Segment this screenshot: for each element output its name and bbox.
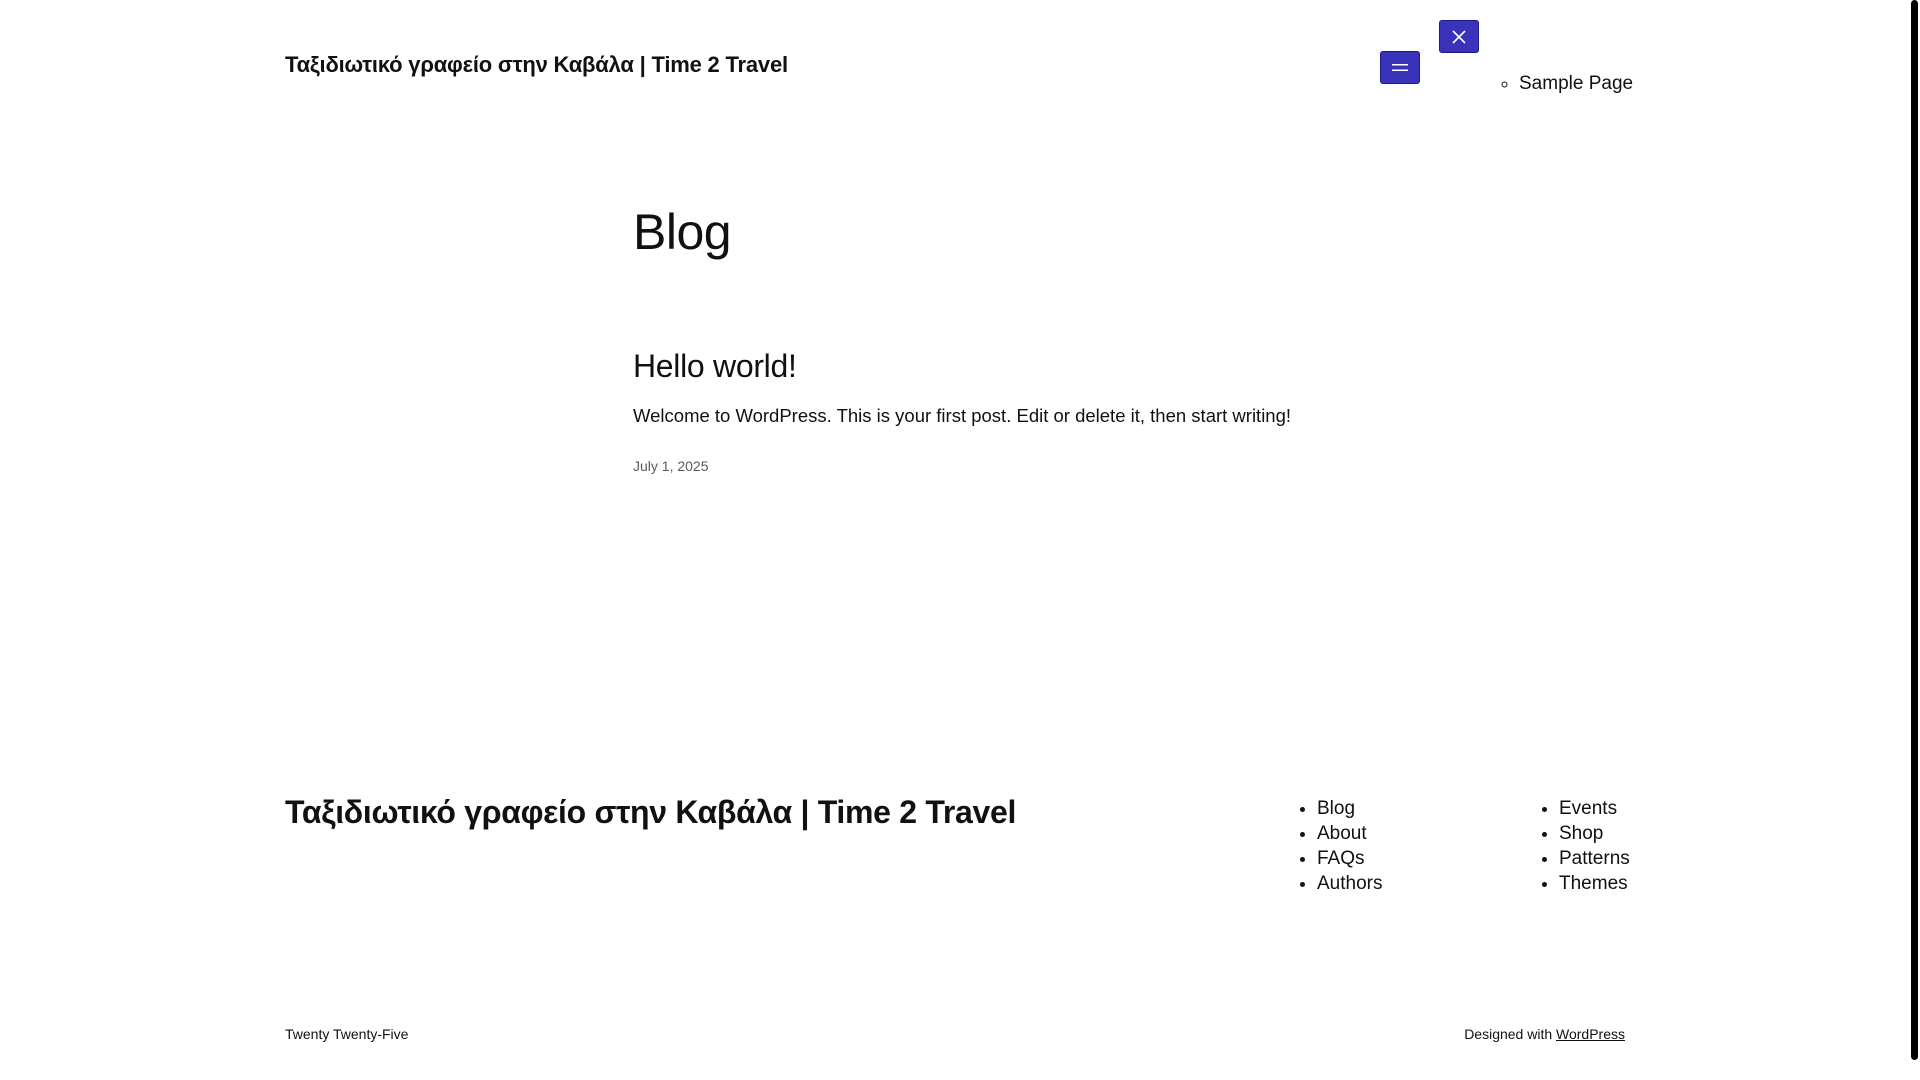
footer-nav-label[interactable]: Shop — [1559, 823, 1603, 844]
open-menu-button[interactable] — [1380, 51, 1420, 84]
footer-nav-item-patterns[interactable]: Patterns — [1559, 846, 1630, 871]
footer-nav-item-themes[interactable]: Themes — [1559, 871, 1630, 896]
footer-nav-label[interactable]: FAQs — [1317, 848, 1365, 869]
footer-site-title-link[interactable]: Ταξιδιωτικό γραφείο στην Καβάλα | Time 2… — [285, 794, 1016, 831]
page-title: Blog — [633, 204, 732, 260]
nav-item-sample-page[interactable]: Sample Page — [1519, 72, 1633, 96]
designed-with-prefix: Designed with — [1464, 1026, 1553, 1042]
footer-nav-label[interactable]: About — [1317, 823, 1367, 844]
footer-nav-item-about[interactable]: About — [1317, 821, 1382, 846]
footer-nav-item-faqs[interactable]: FAQs — [1317, 846, 1382, 871]
vertical-scrollbar[interactable] — [1906, 0, 1920, 1080]
scrollbar-thumb[interactable] — [1911, 0, 1918, 1060]
designed-with-credit: Designed with WordPress — [1464, 1026, 1625, 1042]
nav-item-label[interactable]: Sample Page — [1519, 73, 1633, 94]
page: Ταξιδιωτικό γραφείο στην Καβάλα | Time 2… — [0, 0, 1920, 1080]
post-title-link[interactable]: Hello world! — [633, 345, 797, 387]
footer-nav-label[interactable]: Authors — [1317, 873, 1382, 894]
site-title-link[interactable]: Ταξιδιωτικό γραφείο στην Καβάλα | Time 2… — [285, 52, 788, 78]
footer-nav-item-shop[interactable]: Shop — [1559, 821, 1630, 846]
footer-nav-label[interactable]: Blog — [1317, 798, 1355, 819]
wordpress-link[interactable]: WordPress — [1556, 1026, 1625, 1042]
close-menu-button[interactable] — [1439, 20, 1479, 53]
footer-nav-column-1: Blog About FAQs Authors — [1299, 796, 1382, 896]
footer-nav-label[interactable]: Themes — [1559, 873, 1628, 894]
hamburger-icon — [1392, 63, 1408, 73]
header-navigation: Sample Page — [1500, 72, 1633, 96]
post-date[interactable]: July 1, 2025 — [633, 458, 709, 474]
theme-credit: Twenty Twenty-Five — [285, 1026, 409, 1042]
footer-nav-column-2: Events Shop Patterns Themes — [1541, 796, 1630, 896]
post-excerpt: Welcome to WordPress. This is your first… — [633, 405, 1292, 426]
footer-nav-label[interactable]: Patterns — [1559, 848, 1630, 869]
footer-nav-item-events[interactable]: Events — [1559, 796, 1630, 821]
footer-nav-item-blog[interactable]: Blog — [1317, 796, 1382, 821]
footer-nav-label[interactable]: Events — [1559, 798, 1617, 819]
footer-nav-item-authors[interactable]: Authors — [1317, 871, 1382, 896]
close-icon — [1452, 29, 1466, 44]
